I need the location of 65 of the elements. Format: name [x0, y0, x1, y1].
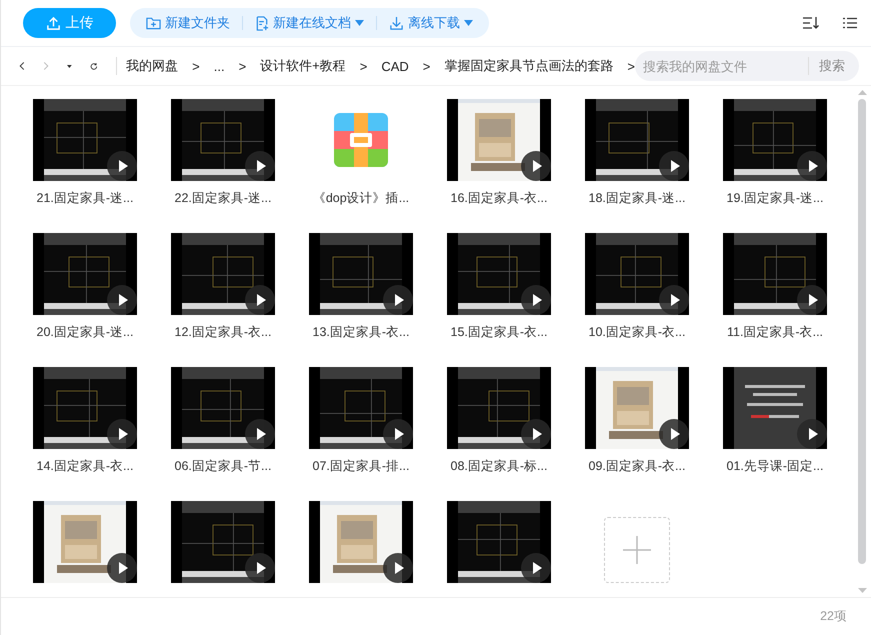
play-icon[interactable] — [797, 151, 827, 181]
file-name[interactable]: 10.固定家具-衣... — [588, 324, 686, 341]
play-icon[interactable] — [659, 419, 689, 449]
plus-icon — [623, 536, 651, 564]
play-icon[interactable] — [107, 419, 137, 449]
archive-icon — [334, 113, 388, 167]
toolbar-button[interactable]: 新建文件夹 — [142, 14, 234, 32]
breadcrumb-separator: > — [192, 58, 200, 74]
file-name[interactable]: 13.固定家具-衣... — [312, 324, 410, 341]
play-icon[interactable] — [521, 419, 551, 449]
list-view-icon[interactable] — [843, 17, 857, 29]
file-name[interactable]: 15.固定家具-衣... — [450, 324, 548, 341]
breadcrumb-separator: > — [422, 58, 430, 74]
play-icon[interactable] — [659, 285, 689, 315]
play-icon[interactable] — [383, 553, 413, 583]
breadcrumb-item[interactable]: 设计软件+教程 — [260, 57, 346, 75]
play-icon[interactable] — [521, 151, 551, 181]
play-icon[interactable] — [107, 285, 137, 315]
breadcrumb-item[interactable]: 我的网盘 — [126, 57, 178, 75]
play-icon[interactable] — [245, 151, 275, 181]
file-name[interactable]: 《dop设计》插... — [312, 190, 410, 207]
caret-icon — [355, 20, 364, 26]
play-icon[interactable] — [797, 419, 827, 449]
history-caret-icon[interactable] — [66, 64, 72, 68]
file-name[interactable]: 01.先导课-固定... — [726, 458, 824, 475]
upload-tile[interactable] — [604, 517, 670, 583]
toolbar-button[interactable]: 新建在线文档 — [251, 14, 368, 32]
file-name[interactable]: 08.固定家具-标... — [450, 458, 548, 475]
file-name[interactable]: 11.固定家具-衣... — [726, 324, 824, 341]
document-plus-icon — [255, 16, 269, 30]
breadcrumb-separator: > — [238, 58, 246, 74]
play-icon[interactable] — [521, 285, 551, 315]
breadcrumb-separator: > — [360, 58, 368, 74]
file-name[interactable]: 21.固定家具-迷... — [36, 190, 134, 207]
sort-icon[interactable] — [803, 16, 819, 30]
caret-icon — [464, 20, 473, 26]
file-name[interactable]: 22.固定家具-迷... — [174, 190, 272, 207]
play-icon[interactable] — [383, 285, 413, 315]
file-name[interactable]: 18.固定家具-迷... — [588, 190, 686, 207]
play-icon[interactable] — [107, 151, 137, 181]
play-icon[interactable] — [521, 553, 551, 583]
play-icon[interactable] — [383, 419, 413, 449]
play-icon[interactable] — [245, 285, 275, 315]
breadcrumb-separator: > — [627, 58, 635, 74]
breadcrumb-item[interactable]: CAD — [381, 58, 409, 74]
breadcrumb-item[interactable]: ... — [214, 58, 225, 74]
file-name[interactable]: 19.固定家具-迷... — [726, 190, 824, 207]
file-name[interactable]: 20.固定家具-迷... — [36, 324, 134, 341]
play-icon[interactable] — [245, 419, 275, 449]
file-name[interactable]: 16.固定家具-衣... — [450, 190, 548, 207]
breadcrumb-item[interactable]: 掌握固定家具节点画法的套路 — [444, 57, 614, 75]
play-icon[interactable] — [659, 151, 689, 181]
file-name[interactable]: 14.固定家具-衣... — [36, 458, 134, 475]
upload-icon — [46, 16, 60, 30]
file-name[interactable]: 12.固定家具-衣... — [174, 324, 272, 341]
folder-plus-icon — [146, 16, 161, 30]
play-icon[interactable] — [245, 553, 275, 583]
toolbar-button[interactable]: 离线下载 — [385, 14, 477, 32]
download-icon — [389, 16, 404, 30]
file-name[interactable]: 07.固定家具-排... — [312, 458, 410, 475]
play-icon[interactable] — [797, 285, 827, 315]
play-icon[interactable] — [107, 553, 137, 583]
item-count: 22项 — [820, 608, 847, 625]
file-name[interactable]: 06.固定家具-节... — [174, 458, 272, 475]
file-name[interactable]: 09.固定家具-衣... — [588, 458, 686, 475]
